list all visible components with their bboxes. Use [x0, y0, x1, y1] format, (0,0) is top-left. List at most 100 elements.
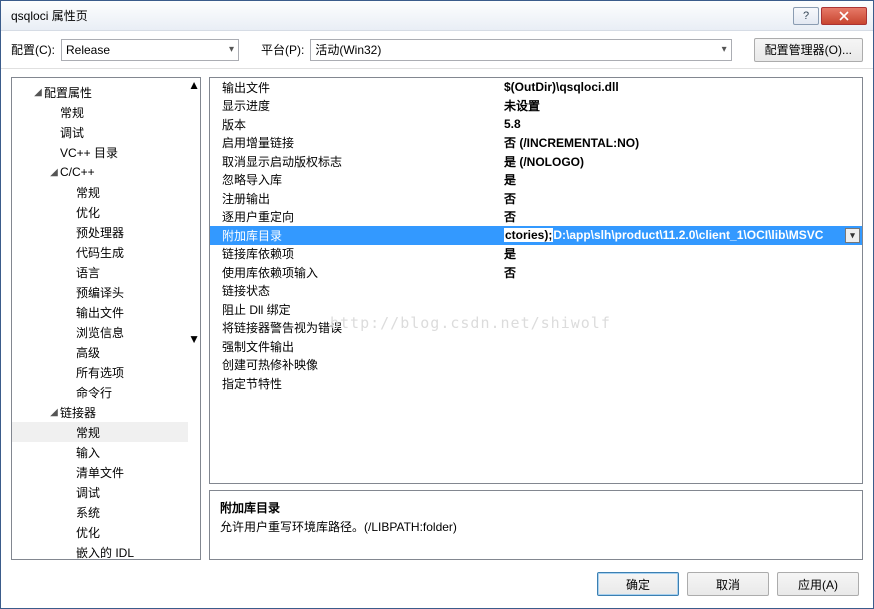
footer: 确定 取消 应用(A)	[1, 560, 873, 608]
tree-node-label: C/C++	[60, 165, 95, 179]
property-name: 链接库依赖项	[210, 245, 500, 262]
property-row[interactable]: 版本5.8	[210, 115, 862, 134]
tree-node-label: 清单文件	[76, 464, 124, 481]
tree-node[interactable]: 输入	[12, 442, 188, 462]
tree-node[interactable]: 常规	[12, 182, 188, 202]
tree-node[interactable]: ◢链接器	[12, 402, 188, 422]
property-value-text: 否	[504, 264, 516, 281]
tree-node-label: 常规	[76, 424, 100, 441]
property-row[interactable]: 阻止 Dll 绑定	[210, 300, 862, 319]
tree-node[interactable]: 系统	[12, 502, 188, 522]
tree-node[interactable]: 预编译头	[12, 282, 188, 302]
tree-node[interactable]: 输出文件	[12, 302, 188, 322]
tree-node[interactable]: 代码生成	[12, 242, 188, 262]
tree-node[interactable]: 常规	[12, 422, 188, 442]
tree-node[interactable]: 所有选项	[12, 362, 188, 382]
tree-node-label: 调试	[60, 124, 84, 141]
tree-node[interactable]: 优化	[12, 522, 188, 542]
property-row[interactable]: 显示进度未设置	[210, 97, 862, 116]
tree-node-label: 代码生成	[76, 244, 124, 261]
property-name: 注册输出	[210, 190, 500, 207]
tree-node-label: VC++ 目录	[60, 144, 118, 161]
tree-node[interactable]: 常规	[12, 102, 188, 122]
property-row[interactable]: 启用增量链接否 (/INCREMENTAL:NO)	[210, 134, 862, 153]
window-controls: ?	[793, 7, 867, 25]
property-value-text: 5.8	[504, 117, 521, 131]
tree-node[interactable]: 嵌入的 IDL	[12, 542, 188, 559]
property-row[interactable]: 指定节特性	[210, 374, 862, 393]
property-row[interactable]: 创建可热修补映像	[210, 356, 862, 375]
property-value-text: 未设置	[504, 97, 540, 114]
tree-node-label: 优化	[76, 204, 100, 221]
property-value: 否 (/INCREMENTAL:NO)	[500, 134, 862, 151]
description-title: 附加库目录	[220, 499, 852, 516]
property-row[interactable]: 使用库依赖项输入否	[210, 263, 862, 282]
tree-node[interactable]: 调试	[12, 122, 188, 142]
property-name: 阻止 Dll 绑定	[210, 301, 500, 318]
scroll-up-icon[interactable]: ▲	[188, 78, 200, 92]
property-value-text: D:\app\slh\product\11.2.0\client_1\OCI\l…	[553, 228, 823, 242]
property-name: 将链接器警告视为错误	[210, 319, 500, 336]
property-row[interactable]: 附加库目录ctories);D:\app\slh\product\11.2.0\…	[210, 226, 862, 245]
tree-node[interactable]: VC++ 目录	[12, 142, 188, 162]
tree[interactable]: ◢配置属性常规调试VC++ 目录◢C/C++常规优化预处理器代码生成语言预编译头…	[12, 78, 188, 559]
tree-node[interactable]: 语言	[12, 262, 188, 282]
tree-node[interactable]: 优化	[12, 202, 188, 222]
scroll-down-icon[interactable]: ▼	[188, 332, 200, 346]
config-value: Release	[66, 43, 110, 57]
property-name: 逐用户重定向	[210, 208, 500, 225]
property-row[interactable]: 输出文件$(OutDir)\qsqloci.dll	[210, 78, 862, 97]
property-row[interactable]: 将链接器警告视为错误	[210, 319, 862, 338]
config-row: 配置(C): Release ▾ 平台(P): 活动(Win32) ▾ 配置管理…	[1, 31, 873, 69]
caret-icon: ◢	[48, 167, 60, 178]
tree-node-label: 预处理器	[76, 224, 124, 241]
titlebar: qsqloci 属性页 ?	[1, 1, 873, 31]
property-row[interactable]: 注册输出否	[210, 189, 862, 208]
tree-node[interactable]: 高级	[12, 342, 188, 362]
property-row[interactable]: 强制文件输出	[210, 337, 862, 356]
tree-node[interactable]: 命令行	[12, 382, 188, 402]
property-grid[interactable]: 输出文件$(OutDir)\qsqloci.dll显示进度未设置版本5.8启用增…	[210, 78, 862, 393]
tree-node-label: 常规	[60, 104, 84, 121]
help-button[interactable]: ?	[793, 7, 819, 25]
property-row[interactable]: 忽略导入库是	[210, 171, 862, 190]
window-title: qsqloci 属性页	[11, 7, 793, 24]
property-name: 忽略导入库	[210, 171, 500, 188]
platform-combo[interactable]: 活动(Win32) ▾	[310, 39, 731, 61]
config-manager-button[interactable]: 配置管理器(O)...	[754, 38, 863, 62]
property-value: ctories);D:\app\slh\product\11.2.0\clien…	[500, 228, 862, 243]
property-row[interactable]: 逐用户重定向否	[210, 208, 862, 227]
property-value: 是	[500, 171, 862, 188]
property-value-text: 否 (/INCREMENTAL:NO)	[504, 134, 639, 151]
apply-button[interactable]: 应用(A)	[777, 572, 859, 596]
property-value-text: 是	[504, 245, 516, 262]
tree-node[interactable]: 预处理器	[12, 222, 188, 242]
property-row[interactable]: 取消显示启动版权标志是 (/NOLOGO)	[210, 152, 862, 171]
property-row[interactable]: 链接库依赖项是	[210, 245, 862, 264]
chevron-down-icon[interactable]: ▾	[845, 228, 860, 243]
property-value: 否	[500, 264, 862, 281]
property-value: 否	[500, 190, 862, 207]
config-combo[interactable]: Release ▾	[61, 39, 239, 61]
description-body: 允许用户重写环境库路径。(/LIBPATH:folder)	[220, 518, 852, 535]
property-value: 是	[500, 245, 862, 262]
tree-node-label: 输出文件	[76, 304, 124, 321]
tree-node[interactable]: ◢C/C++	[12, 162, 188, 182]
property-row[interactable]: 链接状态	[210, 282, 862, 301]
close-button[interactable]	[821, 7, 867, 25]
platform-label: 平台(P):	[261, 41, 304, 58]
tree-node[interactable]: 清单文件	[12, 462, 188, 482]
tree-node[interactable]: ◢配置属性	[12, 82, 188, 102]
description-panel: 附加库目录 允许用户重写环境库路径。(/LIBPATH:folder)	[209, 490, 863, 560]
tree-node-label: 系统	[76, 504, 100, 521]
ok-button[interactable]: 确定	[597, 572, 679, 596]
tree-node[interactable]: 浏览信息	[12, 322, 188, 342]
property-pages-dialog: qsqloci 属性页 ? 配置(C): Release ▾ 平台(P): 活动…	[0, 0, 874, 609]
scroll-thumb[interactable]	[188, 92, 200, 332]
property-name: 创建可热修补映像	[210, 356, 500, 373]
cancel-button[interactable]: 取消	[687, 572, 769, 596]
property-value: 未设置	[500, 97, 862, 114]
scrollbar[interactable]: ▲ ▼	[188, 78, 200, 559]
tree-node-label: 预编译头	[76, 284, 124, 301]
tree-node[interactable]: 调试	[12, 482, 188, 502]
